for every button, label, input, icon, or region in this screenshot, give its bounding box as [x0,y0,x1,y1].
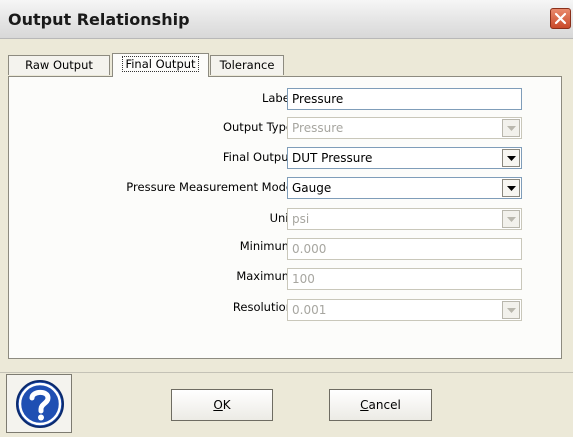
chevron-down-icon [507,126,516,131]
resolution-dropdown-button [502,301,520,319]
final-output-dropdown-button[interactable] [502,149,520,167]
help-button[interactable] [6,374,72,433]
title-bar: Output Relationship [0,0,573,39]
pressure-mode-value: Gauge [292,181,332,195]
output-type-caption: Output Type [222,120,293,134]
footer-divider [0,372,573,373]
final-output-select[interactable]: DUT Pressure [287,147,522,169]
minimum-input: 0.000 [287,238,522,260]
chevron-down-icon [507,217,516,222]
ok-button-mnemonic: O [213,398,223,412]
output-type-value: Pressure [292,121,344,135]
pressure-mode-caption: Pressure Measurement Mode [126,180,293,194]
output-type-select: Pressure [287,117,522,139]
minimum-caption: Minimum [239,239,293,253]
close-button[interactable] [550,8,571,29]
label-input-value: Pressure [292,92,344,106]
pressure-mode-select[interactable]: Gauge [287,177,522,199]
output-relationship-dialog: Output Relationship Raw Output Final Out… [0,0,573,437]
chevron-down-icon [507,308,516,313]
ok-button-label: K [222,398,231,412]
pressure-mode-row: Pressure Measurement Mode Gauge [9,177,563,201]
maximum-value: 100 [292,272,315,286]
resolution-caption: Resolution [232,300,293,314]
maximum-input: 100 [287,268,522,290]
minimum-value: 0.000 [292,242,327,256]
maximum-row: Maximum 100 [9,268,563,292]
unit-dropdown-button [502,210,520,228]
unit-value: psi [292,212,310,226]
tab-tolerance[interactable]: Tolerance [210,55,284,75]
close-icon [554,12,567,25]
tab-final-output-label: Final Output [122,56,199,72]
final-output-caption: Final Output [222,150,293,164]
cancel-button-mnemonic: C [360,398,369,412]
question-icon [16,380,64,428]
final-output-row: Final Output DUT Pressure [9,147,563,171]
unit-select: psi [287,208,522,230]
tab-tolerance-label: Tolerance [219,58,275,72]
maximum-caption: Maximum [236,269,293,283]
unit-row: Unit psi [9,208,563,232]
window-title: Output Relationship [8,10,190,29]
minimum-row: Minimum 0.000 [9,238,563,262]
chevron-down-icon [507,186,516,191]
tab-raw-output-label: Raw Output [25,58,93,72]
output-type-row: Output Type Pressure [9,117,563,141]
resolution-row: Resolution 0.001 [9,299,563,323]
tab-final-output[interactable]: Final Output [112,53,209,77]
label-input[interactable]: Pressure [287,88,522,110]
final-output-value: DUT Pressure [292,151,373,165]
cancel-button-label: ancel [368,398,401,412]
ok-button[interactable]: OK [171,389,273,421]
pressure-mode-dropdown-button[interactable] [502,179,520,197]
cancel-button[interactable]: Cancel [329,389,432,421]
output-type-dropdown-button [502,119,520,137]
resolution-select: 0.001 [287,299,522,321]
resolution-value: 0.001 [292,303,327,317]
chevron-down-icon [507,156,516,161]
final-output-panel: Label Pressure Output Type Pressure Fina… [8,76,562,359]
tab-raw-output[interactable]: Raw Output [8,55,110,75]
label-row: Label Pressure [9,88,563,112]
